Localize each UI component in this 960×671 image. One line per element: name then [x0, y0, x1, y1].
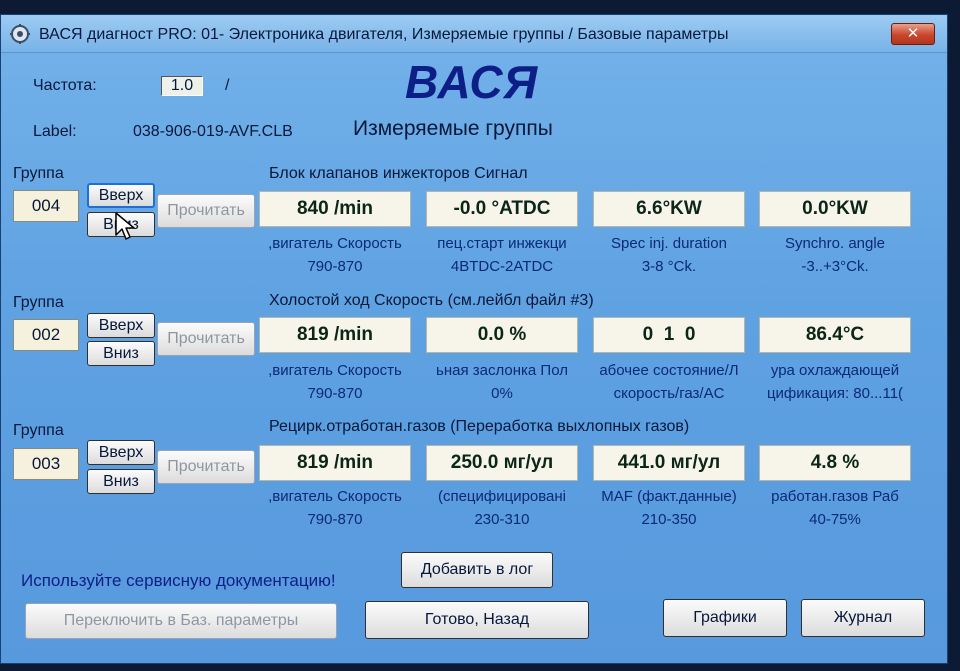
value-range-4: -3..+3°Ck.: [801, 258, 869, 275]
value-range-1: 790-870: [307, 385, 363, 402]
value-desc-2: (специфицировані: [437, 488, 567, 505]
value-range-4: цификация: 80...11(: [766, 385, 904, 402]
group-number-input[interactable]: 002: [13, 319, 79, 351]
group-read-button[interactable]: Прочитать: [157, 194, 255, 228]
value-field-2: -0.0 °ATDC: [426, 191, 578, 227]
value-desc-4: ура охлаждающей: [770, 362, 900, 379]
group-label: Группа: [13, 422, 64, 439]
value-range-2: 4BTDC-2ATDC: [450, 258, 554, 275]
label-file: 038-906-019-AVF.CLB: [133, 123, 293, 140]
value-field-3: 441.0 мг/ул: [593, 445, 745, 481]
value-field-3: 6.6°KW: [593, 191, 745, 227]
group-read-button[interactable]: Прочитать: [157, 450, 255, 484]
value-field-3: 0 1 0: [593, 317, 745, 353]
app-gear-icon: [10, 24, 30, 44]
group-up-button[interactable]: Вверх: [87, 440, 155, 465]
value-field-4: 86.4°C: [759, 317, 911, 353]
group-up-button[interactable]: Вверх: [87, 313, 155, 338]
value-field-1: 819 /min: [259, 445, 411, 481]
value-desc-4: Synchro. angle: [784, 235, 886, 252]
value-range-3: 210-350: [641, 511, 697, 528]
window-title: ВАСЯ диагност PRO: 01- Электроника двига…: [39, 26, 729, 43]
value-range-2: 230-310: [474, 511, 530, 528]
mouse-pointer-icon: [115, 212, 135, 240]
value-range-4: 40-75%: [809, 511, 861, 528]
value-desc-3: MAF (факт.данные): [601, 488, 737, 505]
value-range-3: скорость/газ/AC: [613, 385, 725, 402]
value-desc-3: абочее состояние/Л: [599, 362, 739, 379]
add-to-log-button[interactable]: Добавить в лог: [401, 552, 553, 588]
done-back-button[interactable]: Готово, Назад: [365, 601, 589, 639]
value-desc-4: работан.газов Раб: [771, 488, 899, 505]
value-field-1: 840 /min: [259, 191, 411, 227]
value-field-2: 0.0 %: [426, 317, 578, 353]
value-range-3: 3-8 °Ck.: [641, 258, 697, 275]
value-desc-1: ,вигатель Скорость: [268, 362, 402, 379]
group-up-button[interactable]: Вверх: [87, 183, 155, 208]
brand-logo: ВАСЯ: [405, 56, 539, 108]
group-label: Группа: [13, 165, 64, 182]
title-bar[interactable]: ВАСЯ диагност PRO: 01- Электроника двига…: [1, 15, 947, 53]
service-doc-note: Используйте сервисную документацию!: [21, 571, 336, 590]
group-title: Холостой ход Скорость (см.лейбл файл #3): [269, 292, 594, 309]
value-range-1: 790-870: [307, 258, 363, 275]
switch-basic-params-button[interactable]: Переключить в Баз. параметры: [25, 603, 337, 639]
value-field-2: 250.0 мг/ул: [426, 445, 578, 481]
group-number-input[interactable]: 003: [13, 448, 79, 480]
value-desc-1: ,вигатель Скорость: [268, 488, 402, 505]
frequency-value: 1.0: [161, 76, 203, 96]
group-title: Блок клапанов инжекторов Сигнал: [269, 165, 528, 182]
close-button[interactable]: ✕: [891, 23, 935, 45]
group-down-button[interactable]: Вниз: [87, 469, 155, 494]
frequency-label: Частота:: [33, 77, 97, 94]
value-field-4: 0.0°KW: [759, 191, 911, 227]
value-range-1: 790-870: [307, 511, 363, 528]
value-field-4: 4.8 %: [759, 445, 911, 481]
label-key: Label:: [33, 123, 77, 140]
group-title: Рецирк.отработан.газов (Переработка выхл…: [269, 418, 690, 435]
value-desc-1: ,вигатель Скорость: [268, 235, 402, 252]
value-desc-2: пец.старт инжекци: [437, 235, 567, 252]
frequency-separator: /: [225, 77, 230, 94]
value-range-2: 0%: [491, 385, 513, 402]
value-desc-3: Spec inj. duration: [611, 235, 727, 252]
page-subtitle: Измеряемые группы: [353, 117, 553, 140]
group-read-button[interactable]: Прочитать: [157, 322, 255, 356]
value-field-1: 819 /min: [259, 317, 411, 353]
journal-button[interactable]: Журнал: [801, 599, 925, 637]
main-window: ВАСЯ диагност PRO: 01- Электроника двига…: [0, 14, 948, 664]
group-number-input[interactable]: 004: [13, 190, 79, 222]
value-desc-2: ьная заслонка Пол: [436, 362, 568, 379]
group-down-button[interactable]: Вниз: [87, 341, 155, 366]
graphs-button[interactable]: Графики: [663, 599, 787, 637]
group-label: Группа: [13, 294, 64, 311]
